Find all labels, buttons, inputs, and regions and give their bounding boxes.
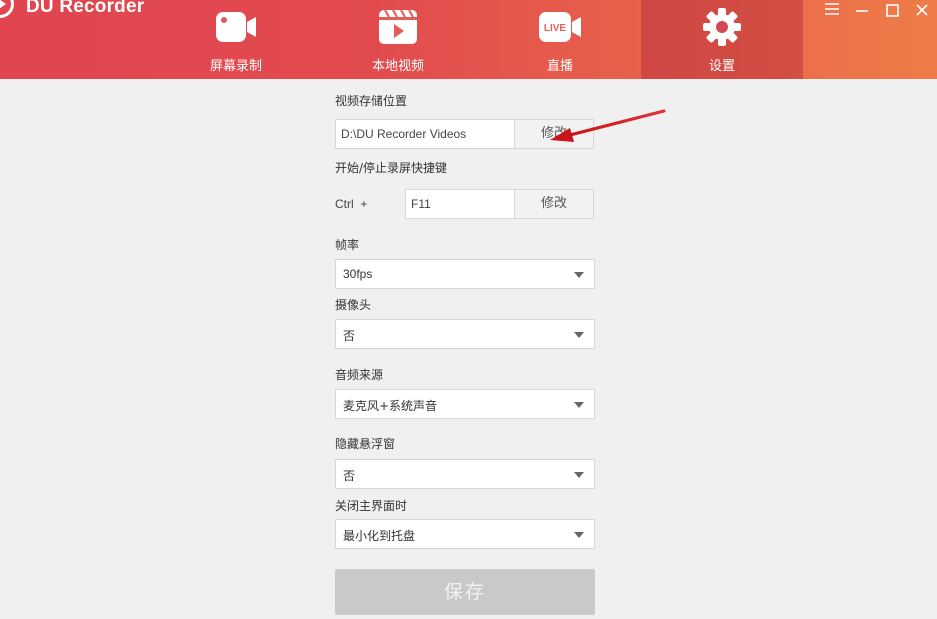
- chevron-down-icon: [574, 472, 584, 478]
- floating-label: 隐藏悬浮窗: [335, 437, 396, 451]
- menu-icon: [825, 3, 839, 15]
- maximize-button[interactable]: [877, 0, 907, 22]
- camera-select[interactable]: 否: [335, 319, 595, 349]
- tab-screen-record[interactable]: 屏幕录制: [155, 0, 317, 79]
- tab-live[interactable]: LIVE 直播: [479, 0, 641, 79]
- annotation-arrow-icon: [550, 109, 666, 142]
- audio-label: 音频来源: [335, 368, 384, 382]
- close-behavior-value: 最小化到托盘: [343, 529, 416, 543]
- tab-label: 直播: [546, 59, 573, 74]
- live-badge: LIVE: [544, 23, 567, 34]
- tab-label: 本地视频: [371, 59, 424, 74]
- chevron-down-icon: [574, 402, 584, 408]
- window-controls: [817, 0, 937, 22]
- floating-select[interactable]: 否: [335, 459, 595, 489]
- chevron-down-icon: [574, 272, 584, 278]
- camera-value: 否: [343, 329, 356, 343]
- live-camera-icon: LIVE: [539, 12, 581, 42]
- hotkey-prefix: Ctrl +: [335, 197, 368, 211]
- fps-label: 帧率: [335, 238, 360, 252]
- fps-select[interactable]: 30fps: [335, 259, 595, 289]
- gear-icon: [703, 8, 741, 46]
- change-hotkey-button[interactable]: 修改: [514, 189, 594, 219]
- tab-settings[interactable]: 设置: [641, 0, 803, 79]
- minimize-icon: [856, 10, 868, 12]
- chevron-down-icon: [574, 332, 584, 338]
- audio-value: 麦克风+系统声音: [343, 399, 438, 413]
- app-title: DU Recorder: [26, 0, 145, 17]
- app-logo-icon: [0, 0, 14, 18]
- close-behavior-label: 关闭主界面时: [335, 499, 408, 513]
- tab-label: 屏幕录制: [209, 59, 262, 74]
- hotkey-label: 开始/停止录屏快捷键: [335, 161, 448, 175]
- camera-label: 摄像头: [335, 298, 372, 312]
- menu-button[interactable]: [817, 0, 847, 22]
- video-camera-icon: [216, 12, 256, 42]
- storage-path-input[interactable]: D:\DU Recorder Videos: [335, 119, 515, 149]
- video-file-icon: [379, 9, 417, 44]
- tab-local-video[interactable]: 本地视频: [317, 0, 479, 79]
- chevron-down-icon: [574, 532, 584, 538]
- close-button[interactable]: [907, 0, 937, 22]
- title-bar: DU Recorder 屏幕录制 本地视频 LIVE 直播 设置: [0, 0, 937, 79]
- tab-label: 设置: [708, 59, 735, 74]
- maximize-icon: [886, 4, 899, 17]
- floating-value: 否: [343, 469, 356, 483]
- hotkey-input[interactable]: F11: [405, 189, 515, 219]
- minimize-button[interactable]: [847, 0, 877, 22]
- storage-label: 视频存储位置: [335, 94, 408, 108]
- save-button[interactable]: 保存: [335, 569, 595, 615]
- close-icon: [916, 4, 928, 16]
- audio-select[interactable]: 麦克风+系统声音: [335, 389, 595, 419]
- close-behavior-select[interactable]: 最小化到托盘: [335, 519, 595, 549]
- fps-value: 30fps: [343, 267, 373, 281]
